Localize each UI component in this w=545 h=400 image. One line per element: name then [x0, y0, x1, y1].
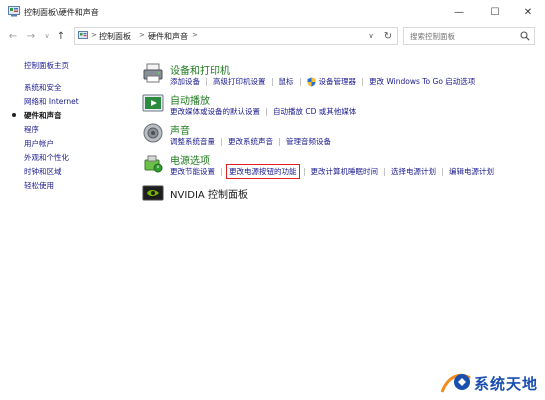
up-button[interactable]: ↑ [54, 28, 68, 44]
breadcrumb-control-panel[interactable]: 控制面板 [99, 31, 131, 42]
content-area: 控制面板主页 系统和安全 网络和 Internet 硬件和声音 程序 用户帐户 … [0, 50, 545, 400]
sidebar-item-system-security[interactable]: 系统和安全 [24, 82, 62, 93]
change-battery-settings-link[interactable]: 更改节能设置 [170, 166, 215, 177]
breadcrumb-separator: > [91, 31, 97, 39]
device-manager-link[interactable]: 设备管理器 [319, 76, 357, 87]
control-panel-icon [8, 6, 20, 17]
sidebar-item-hardware-sound: 硬件和声音 [24, 111, 62, 120]
change-power-button-link[interactable]: 更改电源按钮的功能 [226, 164, 300, 179]
autoplay-title[interactable]: 自动播放 [170, 92, 210, 107]
speaker-icon[interactable] [142, 122, 164, 144]
manage-audio-devices-link[interactable]: 管理音频设备 [286, 136, 331, 147]
link-divider [362, 77, 363, 86]
search-box[interactable] [403, 27, 535, 45]
window-title: 控制面板\硬件和声音 [24, 8, 99, 17]
sidebar-item-programs[interactable]: 程序 [24, 124, 39, 135]
navigation-bar: ← → ∨ ↑ > 控制面板 > 硬件和声音 > ∨ ↻ [0, 24, 545, 48]
devices-printers-links: 添加设备 高级打印机设置 鼠标 设备管理器 更改 Windows To Go 启… [170, 76, 475, 87]
control-panel-icon [78, 31, 88, 39]
breadcrumb-hardware-sound[interactable]: 硬件和声音 [148, 31, 188, 42]
back-button[interactable]: ← [6, 28, 20, 44]
change-system-sounds-link[interactable]: 更改系统声音 [228, 136, 273, 147]
link-divider [299, 77, 301, 86]
address-bar[interactable]: > 控制面板 > 硬件和声音 > [74, 27, 398, 45]
sidebar-item-clock-region[interactable]: 时钟和区域 [24, 166, 62, 177]
sidebar-item-ease-of-access[interactable]: 轻松使用 [24, 180, 54, 191]
title-bar: 控制面板\硬件和声音 — ☐ ✕ [0, 0, 545, 24]
link-divider [442, 167, 443, 176]
recent-locations-button[interactable]: ∨ [40, 28, 54, 44]
power-options-links: 更改节能设置 更改电源按钮的功能 更改计算机睡眠时间 选择电源计划 编辑电源计划 [170, 164, 494, 179]
link-divider [384, 167, 385, 176]
change-media-defaults-link[interactable]: 更改媒体或设备的默认设置 [170, 106, 260, 117]
mouse-link[interactable]: 鼠标 [279, 76, 294, 87]
link-divider [266, 107, 267, 116]
breadcrumb-separator[interactable]: > [139, 31, 145, 39]
link-divider [221, 137, 222, 146]
breadcrumb-separator[interactable]: > [192, 31, 198, 39]
sound-links: 调整系统音量 更改系统声音 管理音频设备 [170, 136, 331, 147]
refresh-button[interactable]: ↻ [380, 27, 396, 45]
nvidia-control-panel-title[interactable]: NVIDIA 控制面板 [170, 186, 248, 201]
edit-power-plan-link[interactable]: 编辑电源计划 [449, 166, 494, 177]
advanced-printer-setup-link[interactable]: 高级打印机设置 [213, 76, 266, 87]
link-divider [303, 167, 305, 176]
link-divider [206, 77, 207, 86]
search-icon[interactable] [520, 31, 530, 41]
autoplay-cd-link[interactable]: 自动播放 CD 或其他媒体 [273, 106, 356, 117]
uac-shield-icon [307, 77, 315, 86]
address-dropdown-button[interactable]: ∨ [364, 27, 378, 45]
link-divider [221, 167, 222, 176]
adjust-volume-link[interactable]: 调整系统音量 [170, 136, 215, 147]
add-device-link[interactable]: 添加设备 [170, 76, 200, 87]
forward-button[interactable]: → [24, 28, 38, 44]
link-divider [271, 77, 273, 86]
devices-printers-title[interactable]: 设备和打印机 [170, 62, 230, 77]
power-options-title[interactable]: 电源选项 [170, 152, 210, 167]
close-button[interactable]: ✕ [511, 0, 545, 24]
nvidia-icon[interactable] [142, 182, 164, 204]
sidebar-item-user-accounts[interactable]: 用户帐户 [24, 138, 54, 149]
sidebar-item-network[interactable]: 网络和 Internet [24, 96, 79, 107]
link-divider [279, 137, 280, 146]
printer-icon[interactable] [142, 62, 164, 84]
watermark-text: 系统天地 [474, 375, 539, 393]
minimize-button[interactable]: — [442, 0, 476, 24]
current-page-bullet [12, 113, 16, 117]
power-options-icon[interactable] [142, 152, 164, 174]
autoplay-links: 更改媒体或设备的默认设置 自动播放 CD 或其他媒体 [170, 106, 356, 117]
sidebar-item-home[interactable]: 控制面板主页 [24, 60, 69, 71]
autoplay-icon[interactable] [142, 92, 164, 114]
choose-power-plan-link[interactable]: 选择电源计划 [391, 166, 436, 177]
maximize-button[interactable]: ☐ [478, 0, 512, 24]
windows-to-go-link[interactable]: 更改 Windows To Go 启动选项 [369, 76, 475, 87]
sidebar-item-appearance[interactable]: 外观和个性化 [24, 152, 69, 163]
search-input[interactable] [410, 30, 518, 42]
sound-title[interactable]: 声音 [170, 122, 190, 137]
change-sleep-time-link[interactable]: 更改计算机睡眠时间 [311, 166, 379, 177]
